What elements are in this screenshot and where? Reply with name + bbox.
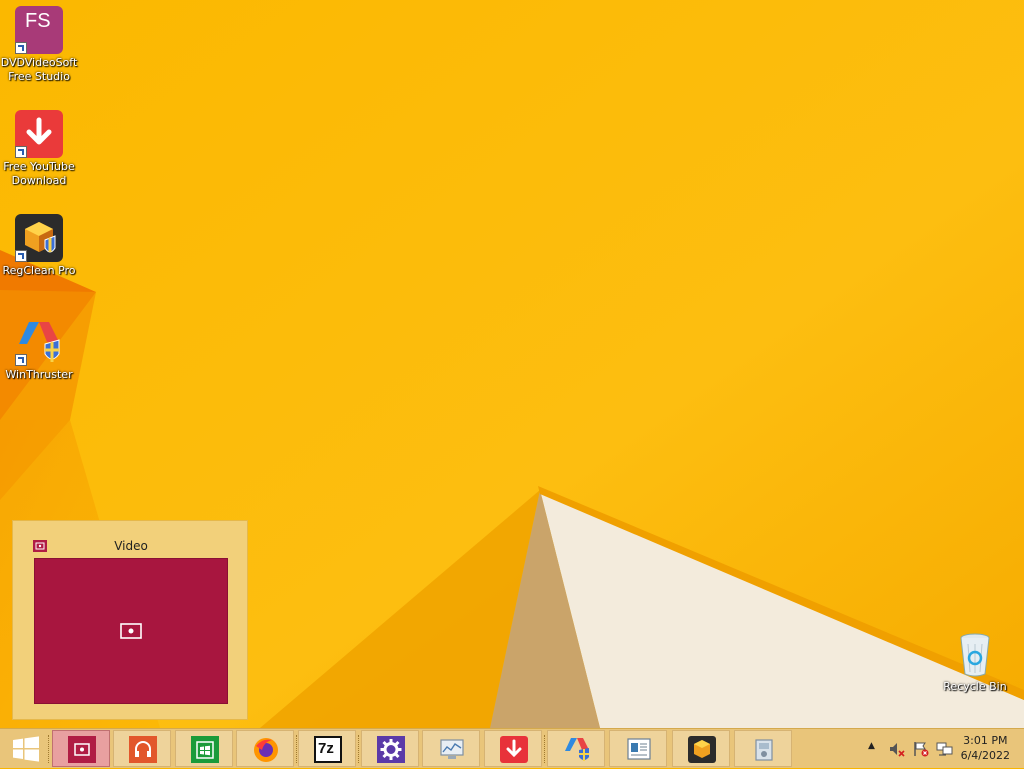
download-arrow-icon: [500, 736, 528, 763]
shortcut-arrow-icon: [15, 146, 27, 158]
desktop-icon-recycle-bin[interactable]: Recycle Bin: [936, 630, 1014, 694]
gear-icon: [377, 736, 405, 763]
taskbar-button-7zip[interactable]: 7z: [298, 730, 356, 767]
taskbar-button-firefox[interactable]: [236, 730, 294, 767]
flag-error-icon[interactable]: [912, 741, 930, 757]
taskbar-button-monitor[interactable]: [422, 730, 480, 767]
taskbar: 7z ▲ 3:01 PM 6/4/2022: [0, 728, 1024, 768]
taskbar-button-installer[interactable]: [734, 730, 792, 767]
video-icon: [68, 736, 96, 763]
desktop: FS DVDVideoSoft Free Studio Free YouTube…: [0, 0, 1024, 728]
volume-muted-icon[interactable]: [888, 741, 906, 757]
firefox-icon: [254, 738, 278, 762]
desktop-icon-label: RegClean Pro: [2, 264, 76, 277]
7zip-icon: 7z: [314, 736, 342, 763]
system-tray: ▲ 3:01 PM 6/4/2022: [844, 729, 1024, 769]
desktop-icon-label-line2: Download: [11, 174, 67, 187]
shortcut-arrow-icon: [15, 42, 27, 54]
download-arrow-icon: [15, 110, 63, 158]
desktop-icon-winthruster[interactable]: WinThruster: [0, 318, 78, 382]
desktop-icon-free-studio[interactable]: FS DVDVideoSoft Free Studio: [0, 6, 78, 84]
network-error-icon[interactable]: [936, 741, 954, 757]
winthruster-icon: [15, 318, 63, 366]
clock-time: 3:01 PM: [963, 734, 1008, 747]
taskbar-separator: [358, 735, 360, 763]
document-icon: [627, 738, 651, 760]
video-thumbnail-preview[interactable]: Video: [12, 520, 248, 720]
7zip-glyph: 7z: [318, 740, 334, 757]
windows-logo-icon: [13, 736, 39, 762]
desktop-icon-regclean-pro[interactable]: RegClean Pro: [0, 214, 78, 278]
headphones-icon: [129, 736, 157, 763]
store-icon: [191, 736, 219, 763]
desktop-icon-label-line2: Free Studio: [8, 70, 70, 83]
winthruster-icon: [565, 738, 589, 761]
recycle-bin-label: Recycle Bin: [943, 680, 1007, 693]
show-hidden-icons-button[interactable]: ▲: [868, 741, 875, 751]
taskbar-separator: [48, 735, 50, 763]
preview-thumbnail[interactable]: [34, 558, 228, 704]
desktop-icon-label-line1: Free YouTube: [3, 160, 75, 173]
desktop-icon-free-youtube-download[interactable]: Free YouTube Download: [0, 110, 78, 188]
monitor-icon: [440, 739, 464, 759]
taskbar-button-video[interactable]: [52, 730, 110, 767]
taskbar-separator: [544, 735, 546, 763]
recycle-bin-icon: [951, 630, 999, 678]
fs-glyph: FS: [25, 10, 51, 32]
taskbar-button-store[interactable]: [175, 730, 233, 767]
installer-icon: [755, 739, 773, 761]
taskbar-button-settings[interactable]: [361, 730, 419, 767]
desktop-icon-label: WinThruster: [5, 368, 73, 381]
regclean-icon: [688, 736, 716, 763]
fs-icon: FS: [15, 6, 63, 54]
clock-date: 6/4/2022: [960, 749, 1010, 762]
taskbar-button-regclean[interactable]: [672, 730, 730, 767]
clock[interactable]: 3:01 PM 6/4/2022: [961, 733, 1010, 763]
taskbar-button-music[interactable]: [113, 730, 171, 767]
taskbar-button-free-youtube-download[interactable]: [484, 730, 542, 767]
regclean-icon: [15, 214, 63, 262]
desktop-icon-label-line1: DVDVideoSoft: [0, 56, 78, 69]
video-icon: [120, 623, 142, 639]
taskbar-button-winthruster[interactable]: [547, 730, 605, 767]
shortcut-arrow-icon: [15, 250, 27, 262]
preview-title: Video: [114, 539, 148, 553]
start-button[interactable]: [4, 730, 46, 767]
taskbar-button-document[interactable]: [609, 730, 667, 767]
shortcut-arrow-icon: [15, 354, 27, 366]
